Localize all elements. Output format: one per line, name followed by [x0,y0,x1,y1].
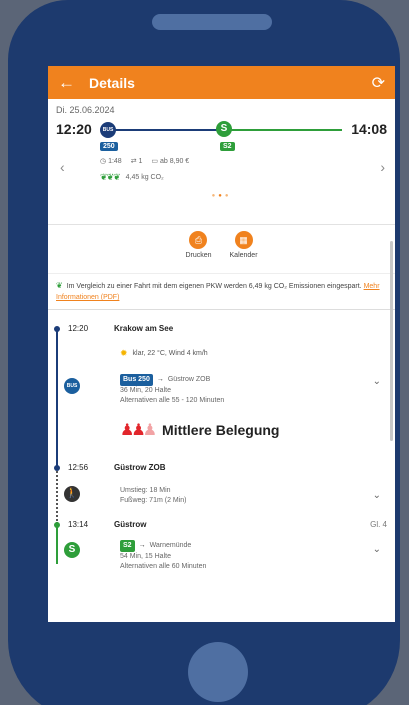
walk-icon: 🚶 [64,486,80,502]
bus-icon: BUS [64,378,80,394]
sbahn-icon: S [64,542,80,558]
departure-time: 12:20 [56,121,92,137]
bus-icon: BUS [100,122,116,138]
phone-frame: ← Details ⟳ Di. 25.06.2024 12:20 BUS S 1… [8,0,400,705]
calendar-button[interactable]: ▦ Kalender [230,231,258,273]
stop-node [54,465,60,471]
leaf-icon: ❦ [56,281,63,290]
stop-node [54,326,60,332]
bus-leg[interactable]: Bus 250 → Güstrow ZOB 36 Min, 20 Halte A… [120,374,375,406]
page-title: Details [89,74,135,91]
previous-connection-icon[interactable]: ‹ [60,159,65,175]
leaf-rating-icon: ❦❦❦ [100,172,121,182]
stop-row: 12:20 Krakow am See [68,324,174,333]
sbahn-icon: S [216,121,232,137]
journey-timeline: 12:20 Krakow am See ✹ klar, 22 °C, Wind … [48,310,395,570]
next-connection-icon[interactable]: › [380,159,385,175]
co2-stat: ❦❦❦ 4,45 kg CO₂ [100,172,164,182]
walk-leg[interactable]: Umstieg: 18 Min Fußweg: 71m (2 Min) [120,486,375,506]
weather-info: ✹ klar, 22 °C, Wind 4 km/h [120,348,208,358]
expand-walk-leg-icon[interactable]: ⌄ [373,490,381,501]
app-bar: ← Details ⟳ [48,66,395,99]
price-stat: ▭ ab 8,90 € [151,158,190,165]
travel-date: Di. 25.06.2024 [56,105,115,115]
speaker-slot [152,14,272,30]
stop-row: 13:14 Güstrow Gl. 4 [68,520,387,529]
bus-line-tag: Bus 250 [120,374,153,386]
back-arrow-icon[interactable]: ← [58,73,75,93]
arrow-right-icon: → [156,376,164,383]
print-icon: ⎙ [189,231,208,249]
stop-node [54,522,60,528]
walk-timeline-line [56,468,58,524]
arrival-time: 14:08 [351,121,387,137]
print-button[interactable]: ⎙ Drucken [185,231,212,273]
home-button[interactable] [188,642,248,702]
trip-stats: ◷ 1:48 ⇄ 1 ▭ ab 8,90 € [100,157,189,165]
co2-savings-info: ❦ Im Vergleich zu einer Fahrt mit dem eig… [48,274,395,310]
arrow-right-icon: → [138,542,146,549]
connection-overview[interactable]: 12:20 BUS S 14:08 250 S2 ◷ 1:48 ⇄ 1 ▭ ab… [48,115,395,225]
occupancy-people-icon: ♟♟♟ [120,422,157,439]
sun-icon: ✹ [120,348,128,358]
stop-row: 12:56 Güstrow ZOB [68,463,166,472]
page-indicator: ●●● [211,193,232,199]
transfer-icon: ⇄ [130,158,137,165]
calendar-icon: ▦ [234,231,253,249]
ticket-icon: ▭ [151,158,159,165]
expand-bus-leg-icon[interactable]: ⌄ [373,376,381,387]
sbahn-segment-line [222,129,342,131]
refresh-icon[interactable]: ⟳ [372,73,385,93]
sbahn-leg[interactable]: S2 → Warnemünde 54 Min, 15 Halte Alterna… [120,540,375,572]
action-bar: ⎙ Drucken ▦ Kalender [48,225,395,274]
sbahn-line-tag: S2 [220,142,235,151]
occupancy-indicator: ♟♟♟ Mittlere Belegung [120,422,280,439]
transfers-stat: ⇄ 1 [130,158,143,165]
sbahn-line-tag: S2 [120,540,135,552]
bus-timeline-line [56,328,58,468]
bus-segment-line [108,129,222,131]
scrollbar[interactable] [390,241,393,441]
clock-icon: ◷ [100,158,107,165]
bus-line-tag: 250 [100,142,118,151]
app-screen: ← Details ⟳ Di. 25.06.2024 12:20 BUS S 1… [48,66,395,622]
duration-stat: ◷ 1:48 [100,158,122,165]
expand-sbahn-leg-icon[interactable]: ⌄ [373,544,381,555]
sbahn-timeline-line [56,524,58,564]
